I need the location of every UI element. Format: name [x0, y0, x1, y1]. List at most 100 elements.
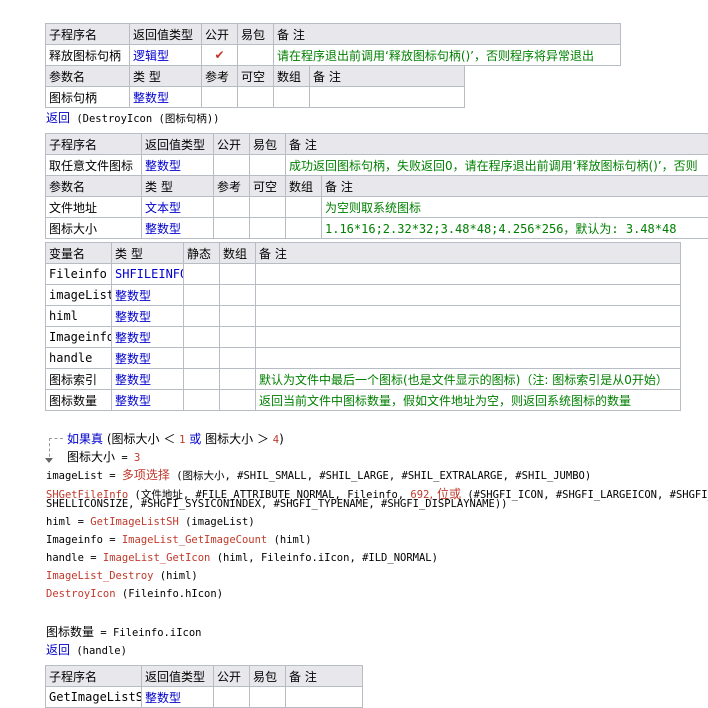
note-cell[interactable] — [286, 687, 363, 708]
var-note-cell[interactable]: 默认为文件中最后一个图标(也是文件显示的图标)（注: 图标索引是从0开始） — [256, 369, 681, 390]
sub-name-cell[interactable]: GetImageListSH — [46, 687, 142, 708]
code-line-himl[interactable]: himl = GetImageListSH (imageList) — [46, 516, 255, 528]
param-null-cell[interactable] — [250, 197, 286, 218]
param-arr-cell[interactable] — [286, 218, 322, 239]
sub-row[interactable]: GetImageListSH 整数型 — [46, 687, 363, 708]
code-line-imageinfo[interactable]: Imageinfo = ImageList_GetImageCount (him… — [46, 534, 312, 546]
code-line-assign[interactable]: 图标大小 = 3 — [67, 448, 140, 465]
code-line-destroyicon[interactable]: DestroyIcon (Fileinfo.hIcon) — [46, 588, 223, 600]
pkg-cell[interactable] — [250, 155, 286, 176]
var-arr-cell[interactable] — [220, 327, 256, 348]
var-arr-cell[interactable] — [220, 348, 256, 369]
var-row[interactable]: Imageinfo 整数型 — [46, 327, 681, 348]
public-cell[interactable] — [214, 155, 250, 176]
var-name-cell[interactable]: Imageinfo — [46, 327, 112, 348]
param-note-cell[interactable]: 1.16*16;2.32*32;3.48*48;4.256*256，默认为: 3… — [322, 218, 708, 239]
var-static-cell[interactable] — [184, 369, 220, 390]
param-note-cell[interactable] — [310, 87, 465, 108]
code-function: ImageList_Destroy — [46, 570, 153, 582]
var-row[interactable]: imageList 整数型 — [46, 285, 681, 306]
code-line-icon-count[interactable]: 图标数量 = Fileinfo.iIcon — [46, 623, 201, 640]
sub-name-cell[interactable]: 取任意文件图标 — [46, 155, 142, 176]
param-row[interactable]: 图标句柄 整数型 — [46, 87, 465, 108]
pkg-cell[interactable] — [238, 45, 274, 66]
public-cell[interactable] — [214, 687, 250, 708]
var-type-cell[interactable]: 整数型 — [112, 390, 184, 411]
param-name-cell[interactable]: 文件地址 — [46, 197, 142, 218]
var-name-cell[interactable]: Fileinfo — [46, 264, 112, 285]
var-note-cell[interactable] — [256, 306, 681, 327]
var-note-cell[interactable] — [256, 285, 681, 306]
return-type-cell[interactable]: 整数型 — [142, 155, 214, 176]
param-name-cell[interactable]: 图标句柄 — [46, 87, 130, 108]
var-note-cell[interactable] — [256, 264, 681, 285]
var-static-cell[interactable] — [184, 390, 220, 411]
var-row[interactable]: 图标数量 整数型 返回当前文件中图标数量，假如文件地址为空，则返回系统图标的数量 — [46, 390, 681, 411]
var-name-cell[interactable]: himl — [46, 306, 112, 327]
var-type-cell[interactable]: SHFILEINFO — [112, 264, 184, 285]
var-static-cell[interactable] — [184, 264, 220, 285]
code-line-imagelist-destroy[interactable]: ImageList_Destroy (himl) — [46, 570, 198, 582]
var-name-cell[interactable]: handle — [46, 348, 112, 369]
code-line-return[interactable]: 返回 (DestroyIcon (图标句柄)) — [46, 109, 219, 126]
return-type-cell[interactable]: 整数型 — [142, 687, 214, 708]
var-static-cell[interactable] — [184, 327, 220, 348]
var-name-cell[interactable]: 图标数量 — [46, 390, 112, 411]
pkg-cell[interactable] — [250, 687, 286, 708]
param-arr-cell[interactable] — [274, 87, 310, 108]
if-condition-b: 图标大小 ＞ — [205, 432, 273, 446]
param-ref-cell[interactable] — [202, 87, 238, 108]
sub-row[interactable]: 释放图标句柄 逻辑型 ✔ 请在程序退出前调用‘释放图标句柄()’，否则程序将异常… — [46, 45, 621, 66]
var-type-cell[interactable]: 整数型 — [112, 285, 184, 306]
var-arr-cell[interactable] — [220, 369, 256, 390]
return-keyword: 返回 — [46, 111, 70, 125]
col-pkg: 易包 — [250, 134, 286, 155]
return-type-cell[interactable]: 逻辑型 — [130, 45, 202, 66]
param-null-cell[interactable] — [238, 87, 274, 108]
param-row[interactable]: 文件地址 文本型 为空则取系统图标 — [46, 197, 708, 218]
var-note-cell[interactable]: 返回当前文件中图标数量，假如文件地址为空，则返回系统图标的数量 — [256, 390, 681, 411]
var-row[interactable]: handle 整数型 — [46, 348, 681, 369]
var-arr-cell[interactable] — [220, 306, 256, 327]
param-type-cell[interactable]: 整数型 — [142, 218, 214, 239]
sub-row[interactable]: 取任意文件图标 整数型 成功返回图标句柄，失败返回0，请在程序退出前调用‘释放图… — [46, 155, 708, 176]
sub-name-cell[interactable]: 释放图标句柄 — [46, 45, 130, 66]
param-type-cell[interactable]: 整数型 — [130, 87, 202, 108]
public-check-icon[interactable]: ✔ — [202, 45, 238, 66]
param-ref-cell[interactable] — [214, 218, 250, 239]
if-condition-a: (图标大小 ＜ — [103, 432, 179, 446]
var-type-cell[interactable]: 整数型 — [112, 306, 184, 327]
param-type-cell[interactable]: 文本型 — [142, 197, 214, 218]
var-static-cell[interactable] — [184, 348, 220, 369]
code-line-shgetfileinfo-cont[interactable]: SHELLICONSIZE, #SHGFI_SYSICONINDEX, #SHG… — [46, 498, 507, 510]
param-arr-cell[interactable] — [286, 197, 322, 218]
code-args: (handle) — [70, 645, 127, 657]
col-var-name: 变量名 — [46, 243, 112, 264]
var-arr-cell[interactable] — [220, 390, 256, 411]
var-static-cell[interactable] — [184, 285, 220, 306]
var-arr-cell[interactable] — [220, 264, 256, 285]
var-type-cell[interactable]: 整数型 — [112, 369, 184, 390]
code-line-if[interactable]: 如果真 (图标大小 ＜ 1 或 图标大小 ＞ 4) — [67, 430, 284, 447]
code-line-return-handle[interactable]: 返回 (handle) — [46, 641, 127, 658]
code-line-imagelist[interactable]: imageList = 多项选择 (图标大小, #SHIL_SMALL, #SH… — [46, 466, 591, 483]
param-null-cell[interactable] — [250, 218, 286, 239]
param-note-cell[interactable]: 为空则取系统图标 — [322, 197, 708, 218]
code-line-handle[interactable]: handle = ImageList_GetIcon (himl, Filein… — [46, 552, 438, 564]
var-note-cell[interactable] — [256, 348, 681, 369]
var-static-cell[interactable] — [184, 306, 220, 327]
var-type-cell[interactable]: 整数型 — [112, 348, 184, 369]
var-name-cell[interactable]: 图标索引 — [46, 369, 112, 390]
param-ref-cell[interactable] — [214, 197, 250, 218]
var-note-cell[interactable] — [256, 327, 681, 348]
var-name-cell[interactable]: imageList — [46, 285, 112, 306]
var-row[interactable]: 图标索引 整数型 默认为文件中最后一个图标(也是文件显示的图标)（注: 图标索引… — [46, 369, 681, 390]
note-cell[interactable]: 请在程序退出前调用‘释放图标句柄()’，否则程序将异常退出 — [274, 45, 621, 66]
note-cell[interactable]: 成功返回图标句柄，失败返回0，请在程序退出前调用‘释放图标句柄()’，否则 — [286, 155, 708, 176]
var-type-cell[interactable]: 整数型 — [112, 327, 184, 348]
var-row[interactable]: himl 整数型 — [46, 306, 681, 327]
param-name-cell[interactable]: 图标大小 — [46, 218, 142, 239]
param-row[interactable]: 图标大小 整数型 1.16*16;2.32*32;3.48*48;4.256*2… — [46, 218, 708, 239]
var-arr-cell[interactable] — [220, 285, 256, 306]
var-row[interactable]: Fileinfo SHFILEINFO — [46, 264, 681, 285]
